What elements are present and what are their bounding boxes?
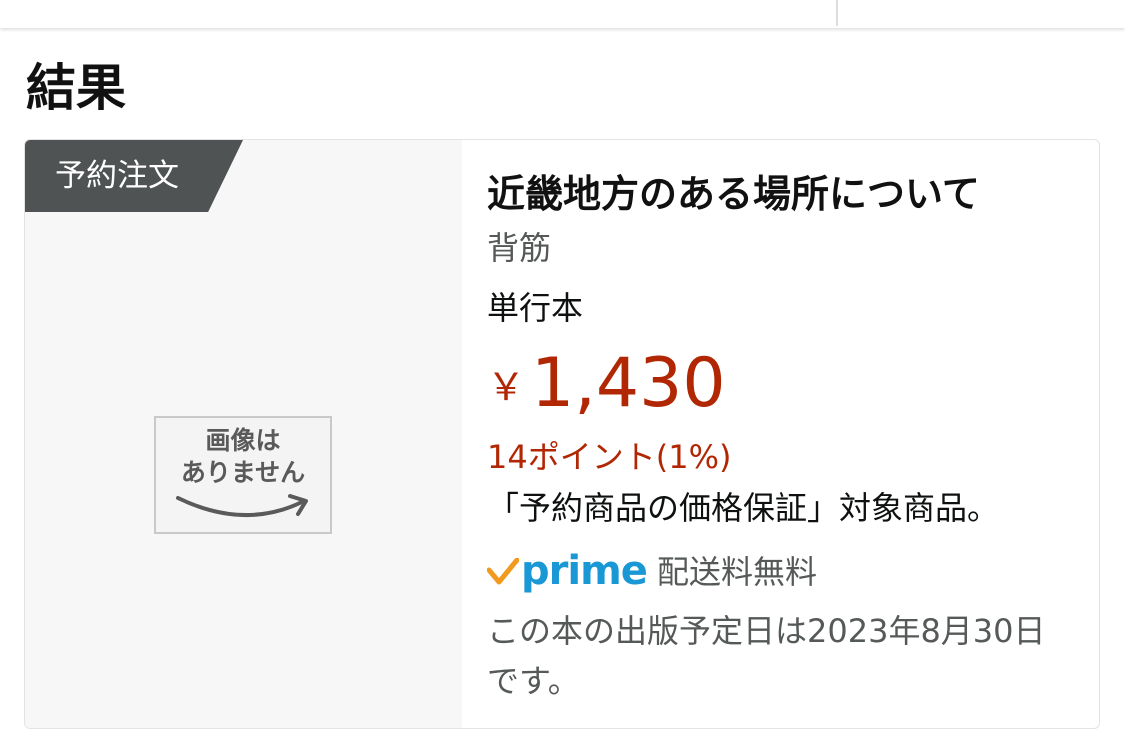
top-bar-divider xyxy=(836,0,838,26)
section-title: 結果 xyxy=(26,59,126,117)
release-date-note: この本の出版予定日は2023年8月30日です。 xyxy=(487,612,1046,700)
amazon-smile-icon xyxy=(176,494,308,517)
product-image-pane[interactable]: 予約注文 画像は ありません xyxy=(25,140,462,728)
price-amount: 1,430 xyxy=(531,344,726,423)
price-guarantee-note: 「予約商品の価格保証」対象商品。 xyxy=(487,489,1000,527)
product-points: 14ポイント(1%) xyxy=(487,438,732,476)
top-bar xyxy=(0,0,1125,28)
no-image-placeholder: 画像は ありません xyxy=(154,416,332,534)
check-icon xyxy=(487,558,519,585)
no-image-line1: 画像は xyxy=(205,426,281,455)
product-format: 単行本 xyxy=(487,289,584,327)
product-info: 近畿地方のある場所について 背筋 単行本 ￥1,430 14ポイント(1%) 「… xyxy=(487,140,1099,728)
no-image-line2: ありません xyxy=(180,458,306,487)
product-title[interactable]: 近畿地方のある場所について xyxy=(487,168,980,220)
free-shipping-label: 配送料無料 xyxy=(657,553,818,591)
prime-logo: prime xyxy=(521,548,648,594)
product-card[interactable]: 予約注文 画像は ありません 近畿地方のある場所について 背筋 単行本 ￥1,4… xyxy=(24,139,1100,729)
preorder-badge: 予約注文 xyxy=(25,140,243,212)
product-price: ￥1,430 xyxy=(487,344,726,424)
product-author[interactable]: 背筋 xyxy=(487,226,551,270)
price-currency: ￥ xyxy=(487,365,526,409)
